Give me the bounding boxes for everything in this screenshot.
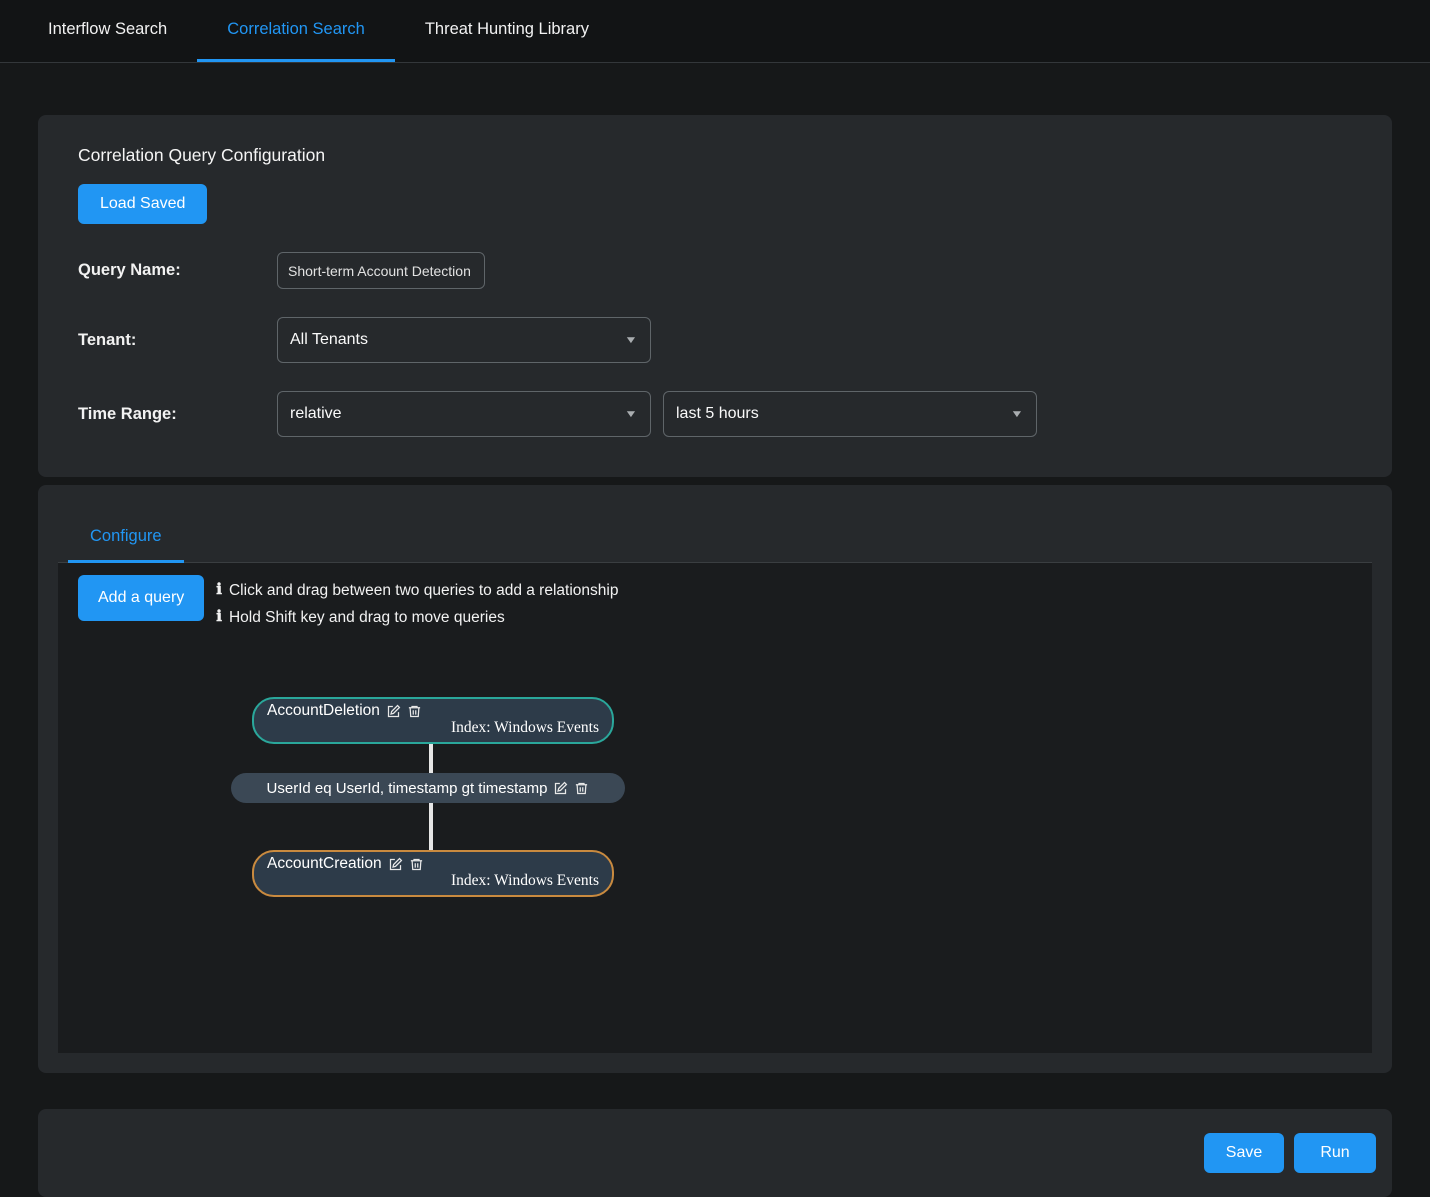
query-node-index: Index: Windows Events — [267, 872, 599, 890]
tenant-row: Tenant: All Tenants ▼ — [78, 317, 1352, 363]
trash-icon[interactable] — [574, 781, 589, 796]
tenant-select[interactable]: All Tenants ▼ — [277, 317, 651, 363]
tab-threat-hunting-library[interactable]: Threat Hunting Library — [395, 0, 619, 62]
relationship-label: UserId eq UserId, timestamp gt timestamp — [267, 780, 548, 797]
configure-panel: Configure Add a query ℹ Click and drag b… — [38, 485, 1392, 1073]
query-node-name: AccountDeletion — [267, 702, 380, 720]
load-saved-button[interactable]: Load Saved — [78, 184, 207, 224]
time-range-mode-select[interactable]: relative ▼ — [277, 391, 651, 437]
tab-correlation-search[interactable]: Correlation Search — [197, 0, 395, 62]
top-nav: Interflow Search Correlation Search Thre… — [0, 0, 1430, 63]
query-graph-canvas: Add a query ℹ Click and drag between two… — [58, 563, 1372, 1053]
edit-icon[interactable] — [386, 704, 401, 719]
tab-interflow-search[interactable]: Interflow Search — [18, 0, 197, 62]
time-range-window-select[interactable]: last 5 hours ▼ — [663, 391, 1037, 437]
configure-tab-strip: Configure — [58, 515, 1372, 563]
panel-title: Correlation Query Configuration — [78, 145, 1352, 166]
tab-configure[interactable]: Configure — [68, 515, 184, 563]
relationship-pill[interactable]: UserId eq UserId, timestamp gt timestamp — [231, 773, 625, 803]
trash-icon[interactable] — [409, 857, 424, 872]
save-button[interactable]: Save — [1204, 1133, 1284, 1173]
edit-icon[interactable] — [388, 857, 403, 872]
query-graph: AccountDeletion Index: Windows Events — [58, 563, 1372, 1053]
chevron-down-icon: ▼ — [624, 409, 638, 420]
query-name-row: Query Name: — [78, 252, 1352, 289]
trash-icon[interactable] — [407, 704, 422, 719]
chevron-down-icon: ▼ — [624, 335, 638, 346]
edit-icon[interactable] — [553, 781, 568, 796]
query-node[interactable]: AccountDeletion Index: Windows Events — [252, 697, 614, 744]
correlation-query-config-panel: Correlation Query Configuration Load Sav… — [38, 115, 1392, 477]
query-node-index: Index: Windows Events — [267, 719, 599, 737]
query-name-input[interactable] — [277, 252, 485, 289]
query-node-name: AccountCreation — [267, 855, 382, 873]
tenant-label: Tenant: — [78, 331, 277, 350]
time-range-mode-value: relative — [290, 405, 342, 423]
footer-actions: Save Run — [38, 1109, 1392, 1197]
chevron-down-icon: ▼ — [1010, 409, 1024, 420]
time-range-label: Time Range: — [78, 405, 277, 424]
query-node[interactable]: AccountCreation Index: Windows Events — [252, 850, 614, 897]
run-button[interactable]: Run — [1294, 1133, 1376, 1173]
time-range-window-value: last 5 hours — [676, 405, 759, 423]
tenant-select-value: All Tenants — [290, 331, 368, 349]
query-name-label: Query Name: — [78, 261, 277, 280]
time-range-row: Time Range: relative ▼ last 5 hours ▼ — [78, 391, 1352, 437]
